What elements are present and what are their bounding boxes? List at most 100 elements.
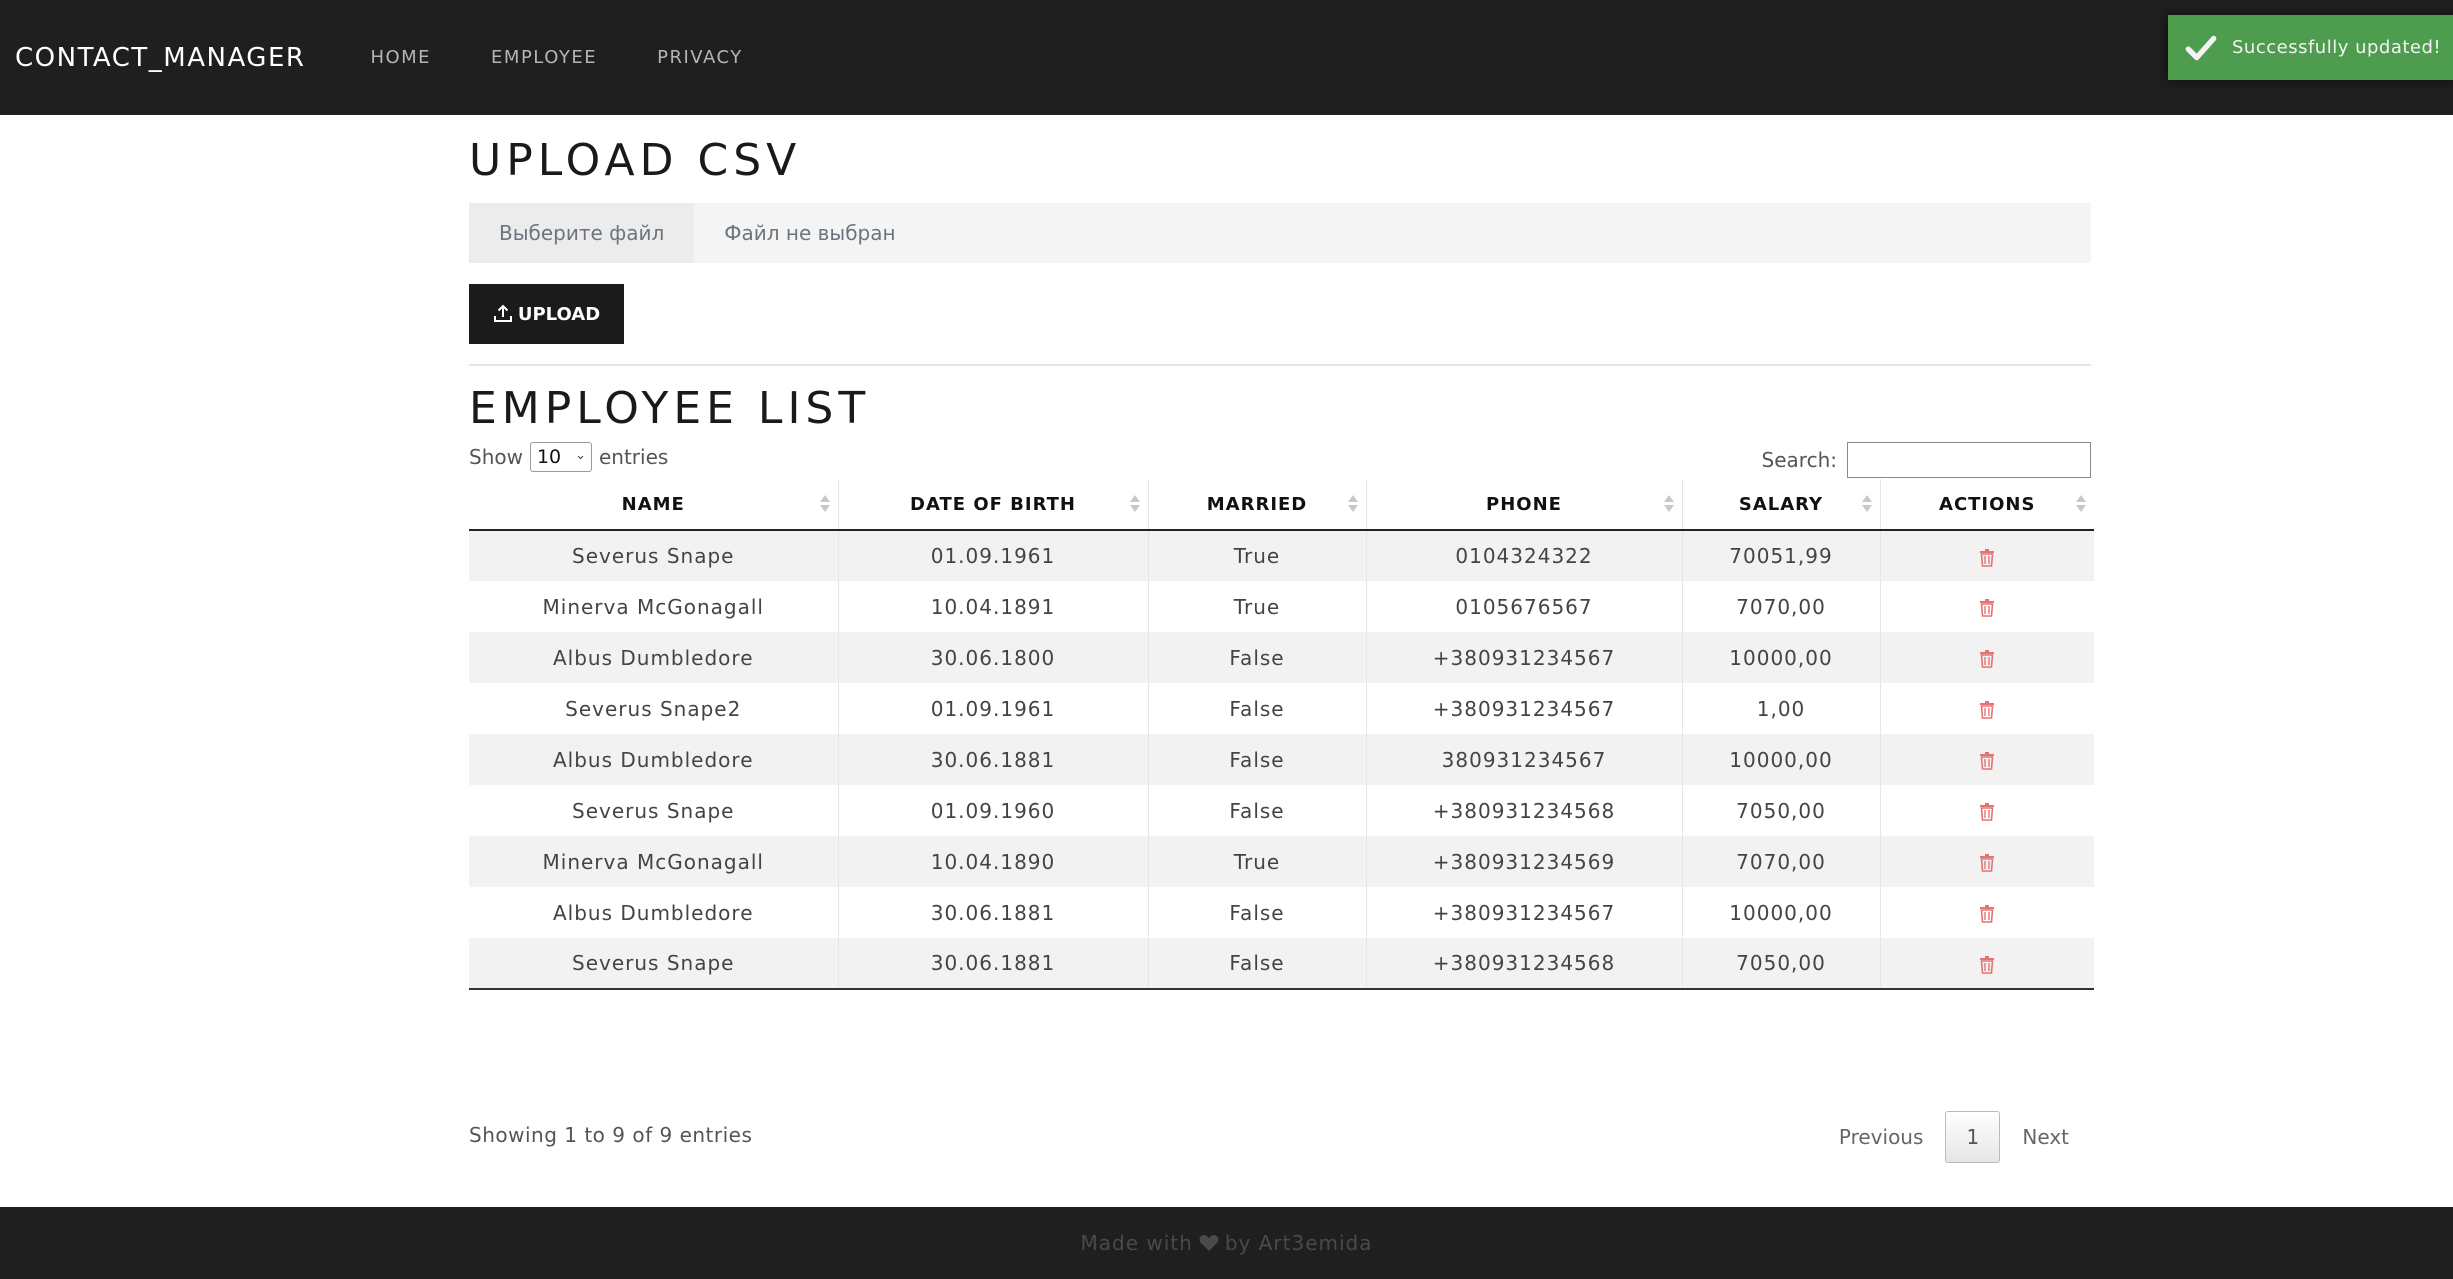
cell-married: True: [1147, 530, 1366, 581]
cell-name: Albus Dumbledore: [469, 632, 838, 683]
cell-salary: 7070,00: [1681, 581, 1880, 632]
employee-table: NAME DATE OF BIRTH MARRIED PHONE SALARY …: [469, 479, 2094, 990]
nav-link-privacy[interactable]: PRIVACY: [627, 47, 773, 68]
column-header-actions[interactable]: ACTIONS: [1879, 479, 2094, 531]
cell-salary: 7050,00: [1681, 785, 1880, 836]
cell-dob: 30.06.1800: [837, 632, 1148, 683]
page-button-1[interactable]: 1: [1945, 1111, 2001, 1163]
cell-actions: [1879, 683, 2094, 734]
cell-married: True: [1147, 836, 1366, 887]
cell-dob: 01.09.1961: [837, 530, 1148, 581]
navbar: CONTACT_MANAGER HOME EMPLOYEE PRIVACY: [0, 0, 2453, 115]
table-header-row: NAME DATE OF BIRTH MARRIED PHONE SALARY …: [469, 479, 2094, 531]
cell-married: True: [1147, 581, 1366, 632]
cell-married: False: [1147, 938, 1366, 990]
table-row: Albus Dumbledore 30.06.1800 False +38093…: [469, 632, 2094, 683]
column-header-name[interactable]: NAME: [469, 479, 838, 531]
cell-phone: +380931234568: [1365, 785, 1682, 836]
file-status: Файл не выбран: [724, 221, 896, 245]
cell-married: False: [1147, 734, 1366, 785]
column-header-phone[interactable]: PHONE: [1365, 479, 1682, 531]
cell-married: False: [1147, 785, 1366, 836]
sort-icon: [1861, 495, 1872, 515]
cell-name: Albus Dumbledore: [552, 900, 754, 925]
search-control: Search:: [1762, 442, 2091, 478]
entries-label: entries: [598, 445, 669, 469]
success-toast[interactable]: Successfully updated!: [2168, 15, 2453, 80]
table-row: Minerva McGonagall 10.04.1890 True +3809…: [469, 836, 2094, 887]
show-label: Show: [469, 445, 523, 469]
cell-phone: +380931234568: [1365, 938, 1682, 990]
cell-married: False: [1147, 632, 1366, 683]
cell-actions: [1879, 530, 2094, 581]
footer-made-with: Made with: [1080, 1231, 1193, 1255]
cell-phone: +380931234567: [1365, 632, 1682, 683]
cell-name: Albus Dumbledore: [469, 734, 838, 785]
trash-icon[interactable]: [1979, 854, 1995, 872]
cell-actions: [1879, 632, 2094, 683]
table-row: Severus Snape2 01.09.1961 False +3809312…: [469, 683, 2094, 734]
cell-phone: 380931234567: [1365, 734, 1682, 785]
brand-logo[interactable]: CONTACT_MANAGER: [15, 43, 305, 73]
cell-dob: 01.09.1961: [837, 683, 1148, 734]
column-header-dob[interactable]: DATE OF BIRTH: [837, 479, 1148, 531]
trash-icon[interactable]: [1979, 955, 1995, 974]
upload-button[interactable]: UPLOAD: [469, 284, 624, 344]
cell-dob: 30.06.1881: [837, 887, 1148, 938]
column-header-married[interactable]: MARRIED: [1147, 479, 1366, 531]
cell-name: Severus Snape2: [565, 696, 742, 721]
previous-page-button[interactable]: Previous: [1817, 1125, 1946, 1149]
cell-dob: 10.04.1890: [837, 836, 1148, 887]
divider: [469, 364, 2091, 366]
heart-icon: [1199, 1235, 1219, 1251]
cell-phone: +380931234567: [1365, 887, 1682, 938]
cell-salary: 10000,00: [1681, 887, 1880, 938]
next-page-button[interactable]: Next: [2000, 1125, 2091, 1149]
trash-icon[interactable]: [1979, 599, 1995, 617]
cell-dob: 10.04.1891: [837, 581, 1148, 632]
upload-button-label: UPLOAD: [517, 303, 601, 325]
table-row: Severus Snape 30.06.1881 False +38093123…: [469, 938, 2094, 990]
cell-name: Severus Snape: [469, 530, 838, 581]
table-row: Minerva McGonagall 10.04.1891 True 01056…: [469, 581, 2094, 632]
cell-dob: 30.06.1881: [837, 734, 1148, 785]
cell-dob: 01.09.1960: [837, 785, 1148, 836]
footer: Made with by Art3emida: [0, 1207, 2453, 1279]
page-length-control: Show 10 ⌄ entries: [469, 442, 668, 472]
trash-icon[interactable]: [1979, 905, 1995, 923]
trash-icon[interactable]: [1979, 548, 1995, 567]
cell-salary: 70051,99: [1681, 530, 1880, 581]
toast-message: Successfully updated!: [2232, 37, 2442, 58]
nav-link-home[interactable]: HOME: [340, 47, 461, 68]
trash-icon[interactable]: [1979, 701, 1995, 719]
page-length-select[interactable]: 10 ⌄: [529, 442, 592, 472]
cell-name: Severus Snape: [469, 938, 838, 990]
cell-married: False: [1147, 683, 1366, 734]
nav-link-employee[interactable]: EMPLOYEE: [461, 47, 627, 68]
nav-links: HOME EMPLOYEE PRIVACY: [340, 47, 772, 68]
cell-name: Minerva McGonagall: [469, 836, 838, 887]
table-row: Albus Dumbledore 30.06.1881 False 380931…: [469, 734, 2094, 785]
search-input[interactable]: [1847, 442, 2091, 478]
table-info: Showing 1 to 9 of 9 entries: [469, 1123, 753, 1147]
sort-icon: [1663, 495, 1674, 515]
cell-salary: 10000,00: [1681, 734, 1880, 785]
upload-title: UPLOAD CSV: [469, 135, 802, 186]
cell-phone: 0105676567: [1365, 581, 1682, 632]
trash-icon[interactable]: [1979, 650, 1995, 668]
table-row: Albus Dumbledore 30.06.1881 False +38093…: [469, 887, 2094, 938]
table-row: Severus Snape 01.09.1961 True 0104324322…: [469, 530, 2094, 581]
cell-name: Minerva McGonagall: [542, 594, 764, 619]
trash-icon[interactable]: [1979, 803, 1995, 821]
cell-name: Severus Snape: [572, 798, 735, 823]
trash-icon[interactable]: [1979, 752, 1995, 770]
cell-salary: 1,00: [1681, 683, 1880, 734]
sort-icon: [819, 495, 830, 515]
page-length-value: 10: [536, 446, 562, 468]
table-row: Severus Snape 01.09.1960 False +38093123…: [469, 785, 2094, 836]
column-header-salary[interactable]: SALARY: [1681, 479, 1880, 531]
file-input[interactable]: Выберите файл Файл не выбран: [469, 203, 2091, 263]
cell-salary: 10000,00: [1681, 632, 1880, 683]
cell-married: False: [1147, 887, 1366, 938]
choose-file-button[interactable]: Выберите файл: [469, 203, 695, 263]
